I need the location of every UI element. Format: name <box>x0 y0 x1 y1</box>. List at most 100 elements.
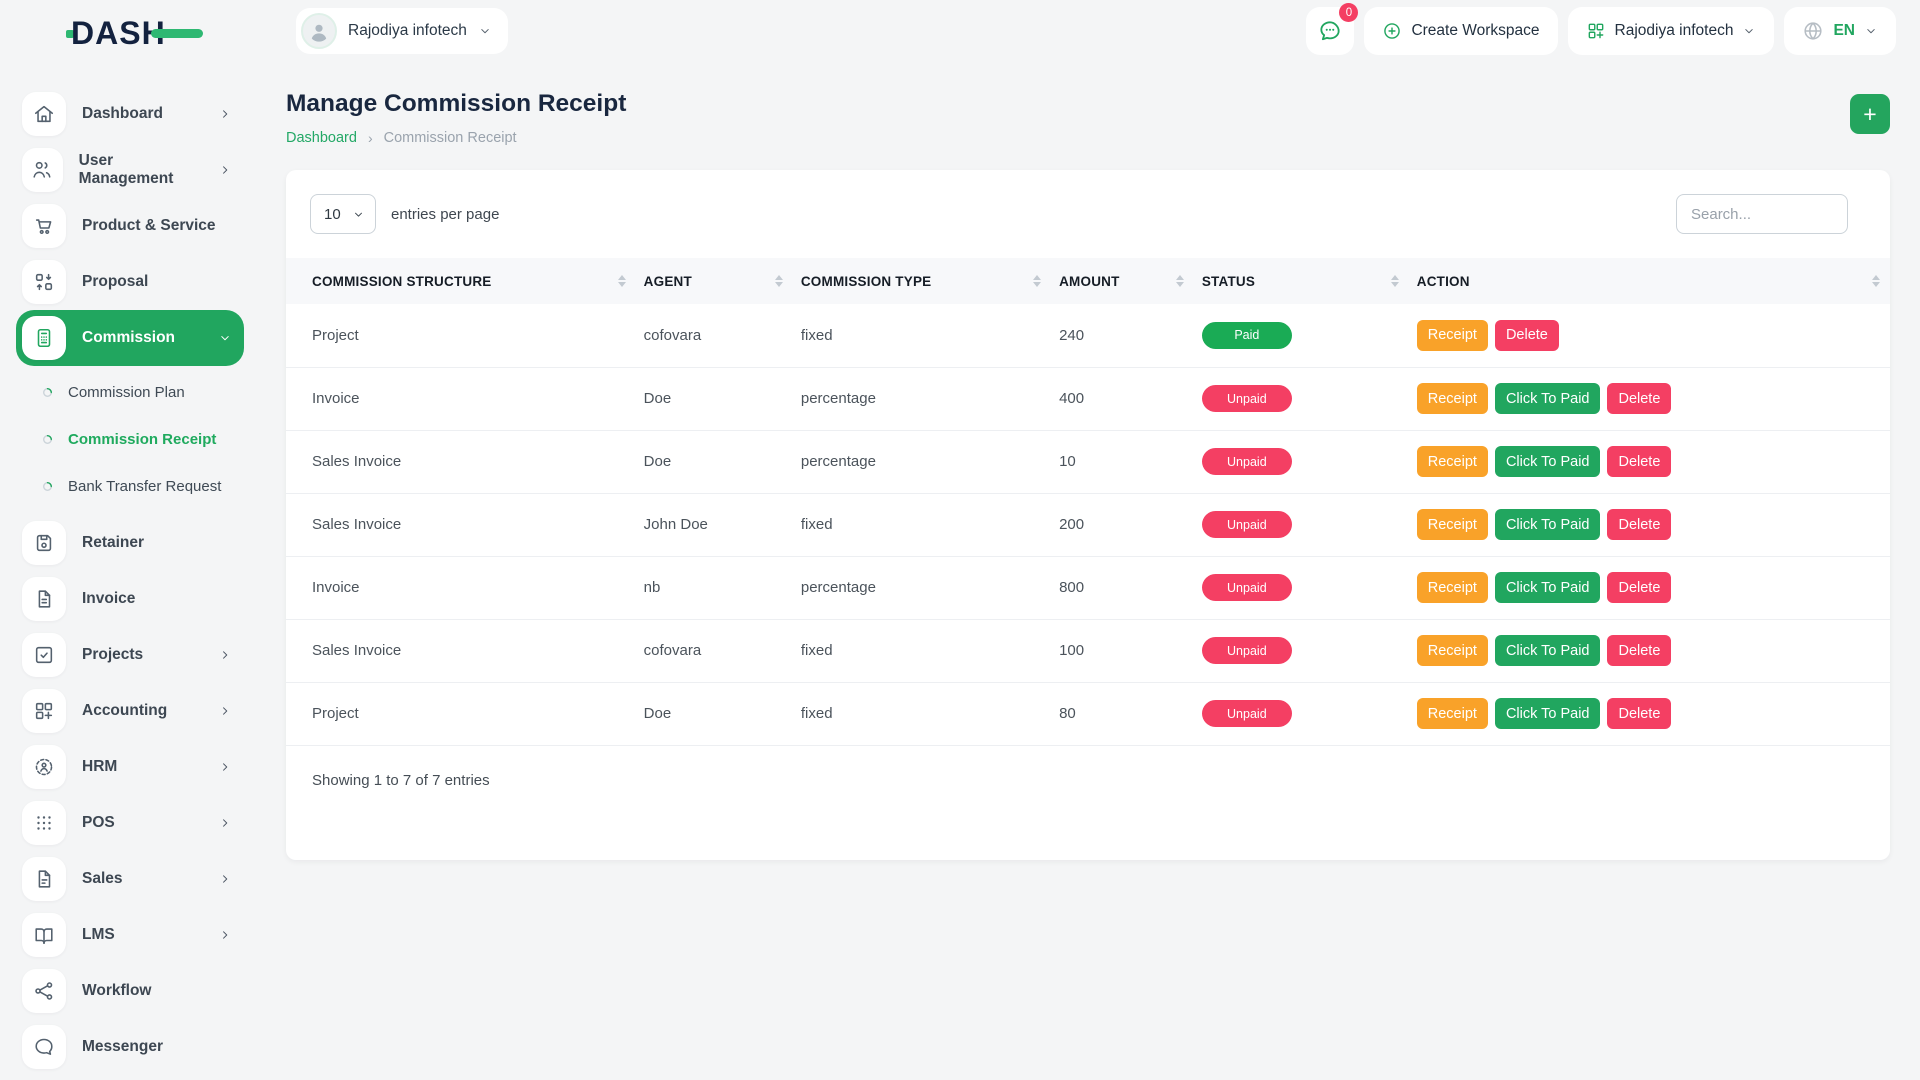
messages-count-badge: 0 <box>1339 3 1358 22</box>
sidebar-item-pos[interactable]: POS <box>16 795 244 851</box>
company-selector[interactable]: Rajodiya infotech <box>1568 7 1775 55</box>
column-header[interactable]: AMOUNT <box>1051 258 1194 304</box>
page-size-select[interactable]: 10 <box>310 194 376 234</box>
sidebar-item-user-management[interactable]: User Management <box>16 142 244 198</box>
cell-actions: ReceiptClick To PaidDelete <box>1409 682 1890 745</box>
app-logo: DASH <box>66 15 203 52</box>
create-workspace-button[interactable]: Create Workspace <box>1364 7 1557 55</box>
sidebar-item-dashboard[interactable]: Dashboard <box>16 86 244 142</box>
sort-icon[interactable] <box>775 275 783 287</box>
receipt-button[interactable]: Receipt <box>1417 698 1488 729</box>
sort-icon[interactable] <box>1176 275 1184 287</box>
sort-icon[interactable] <box>618 275 626 287</box>
sidebar-subitem-commission-plan[interactable]: Commission Plan <box>41 369 244 416</box>
column-header[interactable]: COMMISSION TYPE <box>793 258 1051 304</box>
workspace-user-selector[interactable]: Rajodiya infotech <box>296 8 508 54</box>
click-to-paid-button[interactable]: Click To Paid <box>1495 383 1601 414</box>
column-header-label: AMOUNT <box>1059 274 1119 289</box>
delete-button[interactable]: Delete <box>1495 320 1559 351</box>
status-badge: Unpaid <box>1202 637 1292 664</box>
chat-icon <box>1317 18 1343 44</box>
cell-commission-type: percentage <box>793 556 1051 619</box>
sidebar-item-projects[interactable]: Projects <box>16 627 244 683</box>
sidebar-subitem-label: Commission Plan <box>68 384 185 401</box>
table-entries-summary: Showing 1 to 7 of 7 entries <box>312 772 1866 829</box>
chevron-down-icon <box>478 24 492 38</box>
sales-icon <box>33 868 55 890</box>
sidebar-subitem-label: Commission Receipt <box>68 431 216 448</box>
delete-button[interactable]: Delete <box>1607 635 1671 666</box>
receipt-button[interactable]: Receipt <box>1417 446 1488 477</box>
page-size-value: 10 <box>324 206 341 223</box>
status-badge: Unpaid <box>1202 511 1292 538</box>
column-header-label: COMMISSION TYPE <box>801 274 932 289</box>
click-to-paid-button[interactable]: Click To Paid <box>1495 509 1601 540</box>
sidebar-item-accounting[interactable]: Accounting <box>16 683 244 739</box>
breadcrumb-dashboard-link[interactable]: Dashboard <box>286 130 357 146</box>
click-to-paid-button[interactable]: Click To Paid <box>1495 635 1601 666</box>
column-header[interactable]: ACTION <box>1409 258 1890 304</box>
delete-button[interactable]: Delete <box>1607 383 1671 414</box>
delete-button[interactable]: Delete <box>1607 572 1671 603</box>
sidebar-item-label: Workflow <box>82 982 151 1000</box>
receipt-button[interactable]: Receipt <box>1417 572 1488 603</box>
column-header[interactable]: STATUS <box>1194 258 1409 304</box>
hrm-icon <box>33 756 55 778</box>
cell-amount: 400 <box>1051 367 1194 430</box>
delete-button[interactable]: Delete <box>1607 509 1671 540</box>
sidebar-item-retainer[interactable]: Retainer <box>16 515 244 571</box>
receipt-button[interactable]: Receipt <box>1417 383 1488 414</box>
sidebar-item-sales[interactable]: Sales <box>16 851 244 907</box>
plus-icon: + <box>1863 103 1876 126</box>
sidebar-item-lms[interactable]: LMS <box>16 907 244 963</box>
projects-icon <box>33 644 55 666</box>
sort-icon[interactable] <box>1033 275 1041 287</box>
language-selector[interactable]: EN <box>1784 7 1896 55</box>
sidebar-item-proposal[interactable]: Proposal <box>16 254 244 310</box>
cell-actions: ReceiptClick To PaidDelete <box>1409 367 1890 430</box>
column-header-label: ACTION <box>1417 274 1470 289</box>
language-label: EN <box>1833 22 1855 40</box>
sidebar-subitem-commission-receipt[interactable]: Commission Receipt <box>41 416 244 463</box>
delete-button[interactable]: Delete <box>1607 698 1671 729</box>
sidebar-item-label: POS <box>82 814 115 832</box>
cell-agent: John Doe <box>636 493 793 556</box>
cell-commission-structure: Project <box>286 304 636 367</box>
click-to-paid-button[interactable]: Click To Paid <box>1495 446 1601 477</box>
cell-amount: 200 <box>1051 493 1194 556</box>
table-row: Sales Invoice cofovara fixed 100 Unpaid … <box>286 619 1890 682</box>
receipt-button[interactable]: Receipt <box>1417 509 1488 540</box>
bullet-icon <box>41 386 54 399</box>
column-header[interactable]: AGENT <box>636 258 793 304</box>
sidebar-menu: Dashboard User Management Product & Serv… <box>16 86 244 1075</box>
delete-button[interactable]: Delete <box>1607 446 1671 477</box>
add-commission-receipt-button[interactable]: + <box>1850 94 1890 134</box>
sidebar-item-commission[interactable]: Commission <box>16 310 244 366</box>
search-input[interactable] <box>1676 194 1848 234</box>
cell-commission-structure: Invoice <box>286 367 636 430</box>
sidebar-item-label: Dashboard <box>82 105 163 123</box>
cell-actions: ReceiptDelete <box>1409 304 1890 367</box>
click-to-paid-button[interactable]: Click To Paid <box>1495 572 1601 603</box>
receipt-button[interactable]: Receipt <box>1417 320 1488 351</box>
sidebar-item-label: HRM <box>82 758 117 776</box>
sort-icon[interactable] <box>1872 275 1880 287</box>
receipt-button[interactable]: Receipt <box>1417 635 1488 666</box>
sidebar-item-label: Proposal <box>82 273 148 291</box>
grid-plus-icon <box>1586 21 1606 41</box>
click-to-paid-button[interactable]: Click To Paid <box>1495 698 1601 729</box>
proposal-icon <box>33 271 55 293</box>
sidebar-item-messenger[interactable]: Messenger <box>16 1019 244 1075</box>
sidebar-item-workflow[interactable]: Workflow <box>16 963 244 1019</box>
sidebar-item-invoice[interactable]: Invoice <box>16 571 244 627</box>
accounting-icon <box>33 700 55 722</box>
sidebar-subitem-bank-transfer-request[interactable]: Bank Transfer Request <box>41 463 244 510</box>
sidebar-item-hrm[interactable]: HRM <box>16 739 244 795</box>
sidebar-item-label: Accounting <box>82 702 167 720</box>
main-content: Manage Commission Receipt Dashboard › Co… <box>258 64 1920 860</box>
messages-button[interactable]: 0 <box>1306 7 1354 55</box>
column-header[interactable]: COMMISSION STRUCTURE <box>286 258 636 304</box>
table-row: Invoice nb percentage 800 Unpaid Receipt… <box>286 556 1890 619</box>
sort-icon[interactable] <box>1391 275 1399 287</box>
sidebar-item-product-service[interactable]: Product & Service <box>16 198 244 254</box>
